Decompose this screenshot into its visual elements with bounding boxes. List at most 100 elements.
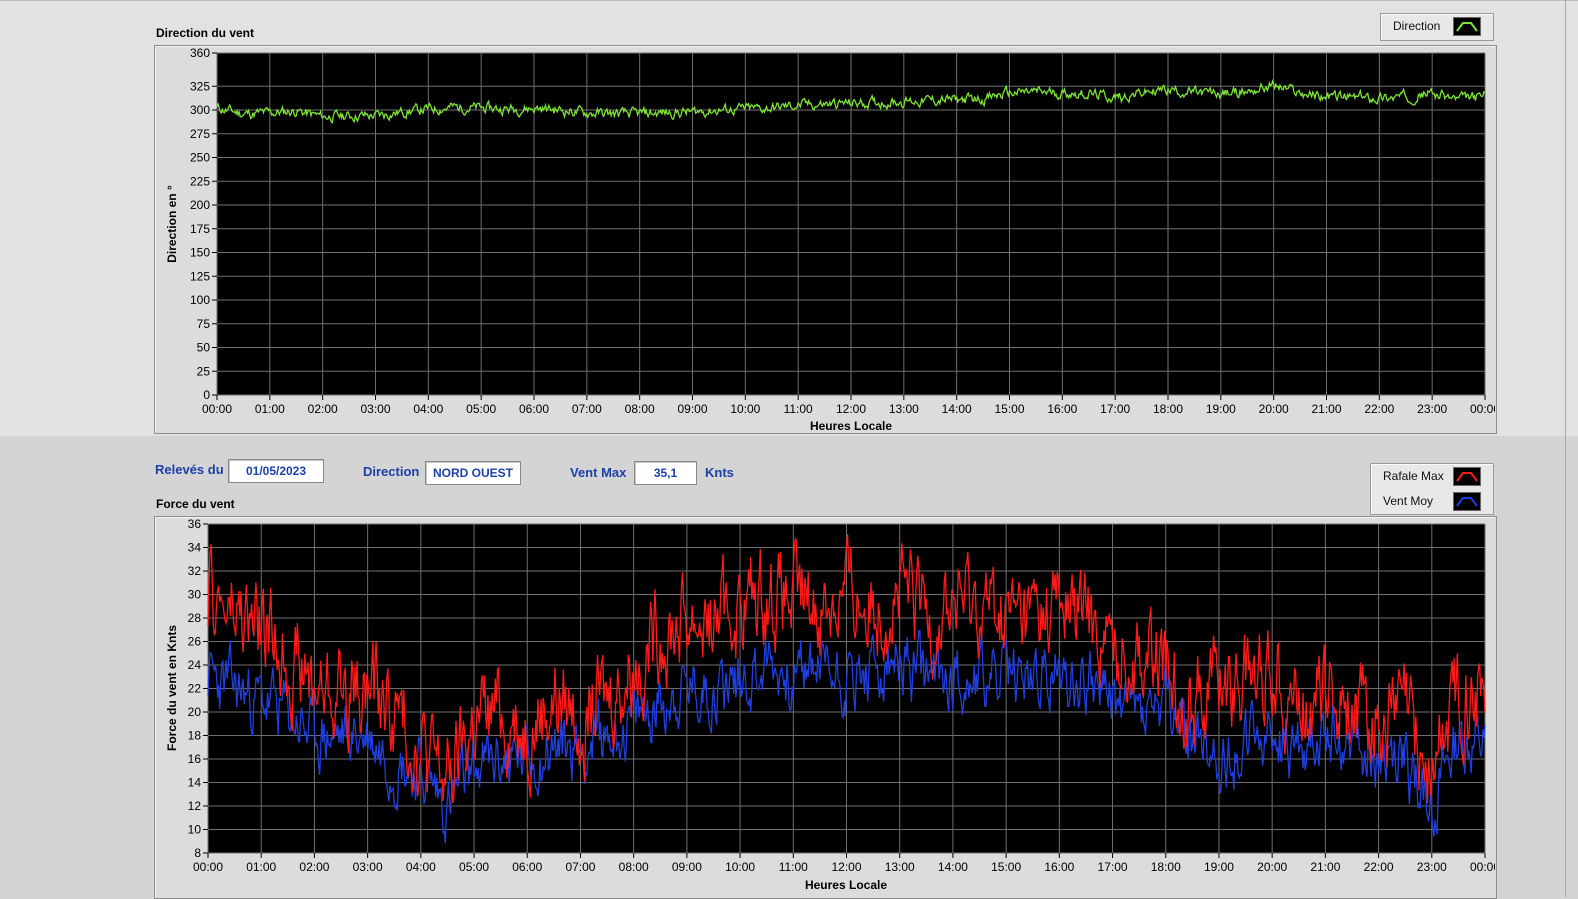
force-xtick-label: 00:00: [193, 860, 223, 874]
direction-xtick-label: 05:00: [466, 402, 496, 416]
force-xtick-label: 08:00: [619, 860, 649, 874]
direction-ytick-label: 250: [190, 151, 210, 165]
force-xtick-label: 15:00: [991, 860, 1021, 874]
direction-xtick-label: 04:00: [413, 402, 443, 416]
force-ytick-label: 36: [188, 517, 202, 531]
window-edge: [1565, 0, 1566, 897]
direction-xtick-label: 07:00: [572, 402, 602, 416]
force-y-axis-label: Force du vent en Knts: [165, 625, 179, 751]
force-xtick-label: 14:00: [938, 860, 968, 874]
legend-item-rafale[interactable]: Rafale Max: [1371, 464, 1493, 488]
legend-item-moy[interactable]: Vent Moy: [1371, 489, 1493, 513]
vent-max-field[interactable]: 35,1: [634, 461, 697, 485]
force-xtick-label: 11:00: [779, 860, 808, 874]
force-xtick-label: 05:00: [459, 860, 489, 874]
direction-xtick-label: 10:00: [730, 402, 760, 416]
direction-xtick-label: 21:00: [1311, 402, 1341, 416]
direction-xtick-label: 17:00: [1100, 402, 1130, 416]
direction-xtick-label: 15:00: [994, 402, 1024, 416]
force-ytick-label: 22: [188, 682, 202, 696]
force-xtick-label: 22:00: [1364, 860, 1394, 874]
direction-y-axis-label: Direction en °: [165, 185, 179, 263]
force-ytick-label: 32: [188, 564, 202, 578]
force-xtick-label: 03:00: [353, 860, 383, 874]
direction-ytick-label: 150: [190, 246, 210, 260]
direction-xtick-label: 01:00: [255, 402, 285, 416]
direction-xtick-label: 00:00: [202, 402, 232, 416]
direction-chart: 0 25 50 75 100 125 150 175 200 225 250 275 300 325 360…: [165, 46, 1495, 432]
force-xtick-label: 04:00: [406, 860, 436, 874]
direction-xtick-label: 09:00: [677, 402, 707, 416]
direction-xtick-label: 16:00: [1047, 402, 1077, 416]
legend-label-moy: Vent Moy: [1383, 494, 1434, 508]
direction-xtick-label: 19:00: [1206, 402, 1236, 416]
date-field[interactable]: 01/05/2023: [228, 459, 324, 483]
force-ytick-label: 30: [188, 588, 202, 602]
direction-xtick-label: 13:00: [889, 402, 919, 416]
direction-ytick-label: 360: [190, 46, 210, 60]
force-ytick-label: 20: [188, 705, 202, 719]
force-x-axis-label: Heures Locale: [805, 878, 887, 892]
direction-xtick-label: 14:00: [942, 402, 972, 416]
direction-ytick-label: 125: [190, 269, 210, 283]
moy-plot-icon: [1453, 492, 1481, 511]
direction-field[interactable]: NORD OUEST: [425, 461, 521, 485]
direction-xtick-label: 00:00: [1470, 402, 1495, 416]
direction-ytick-label: 275: [190, 127, 210, 141]
direction-graph-title: Direction du vent: [156, 26, 255, 40]
force-xtick-label: 01:00: [246, 860, 276, 874]
force-xtick-label: 19:00: [1204, 860, 1234, 874]
force-ytick-label: 34: [188, 541, 202, 555]
force-xtick-label: 13:00: [885, 860, 915, 874]
direction-xtick-label: 22:00: [1364, 402, 1394, 416]
legend-label-direction: Direction: [1393, 19, 1441, 33]
force-ytick-label: 28: [188, 611, 202, 625]
force-chart: 8 10 12 14 16 18 20 22 24 26 28 30 32 34 36 00:00 01:00…: [165, 517, 1495, 892]
direction-ytick-label: 75: [197, 317, 211, 331]
direction-ytick-label: 50: [197, 341, 211, 355]
direction-ytick-label: 300: [190, 103, 210, 117]
direction-label: Direction: [363, 464, 420, 479]
rafale-plot-icon: [1453, 467, 1481, 486]
releves-label: Relevés du: [155, 462, 224, 477]
force-ytick-label: 12: [188, 799, 202, 813]
direction-ytick-label: 200: [190, 198, 210, 212]
direction-xtick-label: 08:00: [625, 402, 655, 416]
force-xtick-label: 12:00: [831, 860, 861, 874]
direction-xtick-label: 18:00: [1153, 402, 1183, 416]
direction-xtick-label: 11:00: [784, 402, 813, 416]
direction-plot-icon: [1453, 17, 1481, 36]
force-xtick-label: 09:00: [672, 860, 702, 874]
force-xtick-label: 06:00: [512, 860, 542, 874]
force-ytick-label: 26: [188, 635, 202, 649]
force-xtick-label: 16:00: [1044, 860, 1074, 874]
force-xtick-label: 18:00: [1151, 860, 1181, 874]
force-ytick-label: 24: [188, 658, 202, 672]
legend-item-direction[interactable]: Direction: [1381, 14, 1493, 38]
vent-max-label: Vent Max: [570, 465, 627, 480]
force-xtick-label: 10:00: [725, 860, 755, 874]
force-ytick-label: 16: [188, 752, 202, 766]
unit-label: Knts: [705, 465, 734, 480]
force-xtick-label: 20:00: [1257, 860, 1287, 874]
direction-ytick-label: 225: [190, 174, 210, 188]
direction-xtick-label: 20:00: [1259, 402, 1289, 416]
force-ytick-label: 10: [188, 823, 202, 837]
force-legend[interactable]: Rafale Max Vent Moy: [1370, 463, 1494, 515]
force-xtick-label: 00:00: [1470, 860, 1495, 874]
force-ytick-label: 8: [194, 846, 201, 860]
legend-label-rafale: Rafale Max: [1383, 469, 1444, 483]
force-xtick-label: 21:00: [1310, 860, 1340, 874]
direction-legend[interactable]: Direction: [1380, 13, 1494, 41]
force-graph-title: Force du vent: [156, 497, 235, 511]
direction-xtick-label: 02:00: [308, 402, 338, 416]
direction-xtick-label: 23:00: [1417, 402, 1447, 416]
direction-ytick-label: 25: [197, 364, 211, 378]
force-xtick-label: 07:00: [565, 860, 595, 874]
direction-x-axis-label: Heures Locale: [810, 419, 892, 432]
force-xtick-label: 02:00: [299, 860, 329, 874]
direction-ytick-label: 325: [190, 79, 210, 93]
direction-xtick-label: 03:00: [360, 402, 390, 416]
direction-xtick-label: 12:00: [836, 402, 866, 416]
direction-xtick-label: 06:00: [519, 402, 549, 416]
